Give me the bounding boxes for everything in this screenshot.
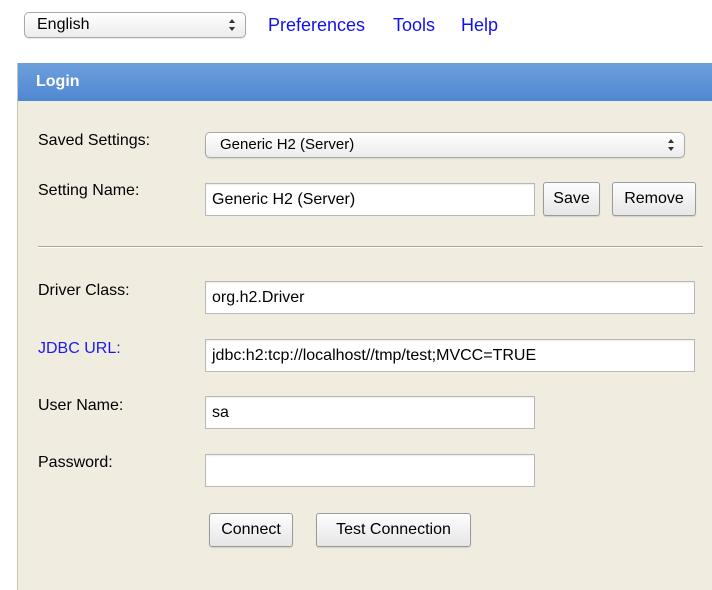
password-label: Password: (38, 454, 113, 471)
setting-name-label: Setting Name: (38, 182, 140, 199)
remove-button[interactable]: Remove (612, 182, 696, 216)
jdbc-url-label[interactable]: JDBC URL: (38, 339, 121, 359)
up-down-arrows-icon (228, 18, 236, 32)
login-panel-title: Login (18, 63, 712, 101)
connect-button[interactable]: Connect (209, 513, 293, 547)
preferences-link[interactable]: Preferences (268, 13, 365, 37)
language-select-value: English (37, 16, 90, 33)
saved-settings-label: Saved Settings: (38, 132, 151, 149)
user-name-input[interactable]: sa (205, 396, 535, 429)
driver-class-label: Driver Class: (38, 282, 130, 299)
save-button[interactable]: Save (543, 182, 600, 216)
test-connection-button[interactable]: Test Connection (316, 513, 471, 547)
saved-settings-select[interactable]: Generic H2 (Server) (205, 132, 685, 158)
setting-name-input[interactable]: Generic H2 (Server) (205, 183, 535, 216)
h2-console-login-page: English Preferences Tools Help Login Sav… (0, 0, 712, 590)
password-input[interactable] (205, 454, 535, 487)
section-divider (38, 246, 703, 248)
jdbc-url-input[interactable]: jdbc:h2:tcp://localhost//tmp/test;MVCC=T… (205, 339, 695, 372)
up-down-arrows-icon (667, 138, 675, 152)
driver-class-input[interactable]: org.h2.Driver (205, 281, 695, 314)
language-select[interactable]: English (24, 12, 246, 38)
user-name-label: User Name: (38, 397, 124, 414)
login-panel: Login Saved Settings: Generic H2 (Server… (17, 63, 712, 590)
help-link[interactable]: Help (461, 13, 498, 37)
tools-link[interactable]: Tools (393, 13, 435, 37)
saved-settings-value: Generic H2 (Server) (220, 136, 355, 153)
